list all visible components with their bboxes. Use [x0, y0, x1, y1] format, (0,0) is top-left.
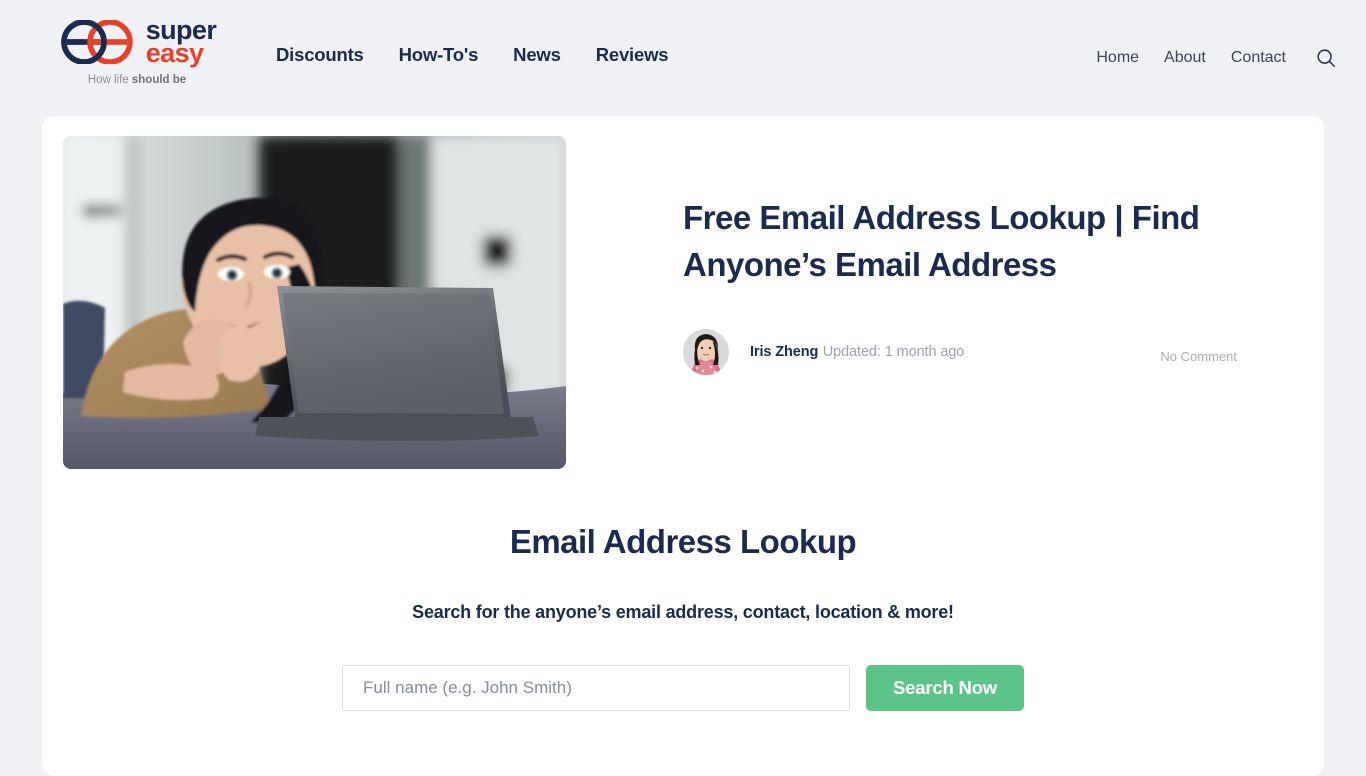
tagline-prefix: How life: [87, 74, 132, 87]
brand-logo[interactable]: super easy How life should be: [42, 16, 232, 86]
email-lookup-section: Email Address Lookup Search for the anyo…: [42, 469, 1324, 711]
nav-item-home[interactable]: Home: [1096, 49, 1139, 67]
brand-wordmark: super easy: [145, 16, 217, 69]
brand-row: super easy: [58, 16, 217, 69]
comment-count[interactable]: No Comment: [1160, 339, 1237, 364]
article-card: Free Email Address Lookup | Find Anyone’…: [42, 116, 1324, 776]
article-hero: Free Email Address Lookup | Find Anyone’…: [42, 116, 1324, 469]
site-header: super easy How life should be Discounts …: [0, 0, 1366, 116]
article-meta: Free Email Address Lookup | Find Anyone’…: [566, 136, 1302, 469]
supereasy-logo-icon: [58, 18, 136, 65]
hero-image: [63, 136, 566, 469]
tagline-bold: should be: [131, 74, 187, 87]
byline-text: Iris Zheng Updated: 1 month ago: [750, 343, 964, 361]
lookup-heading: Email Address Lookup: [509, 523, 857, 560]
byline: Iris Zheng Updated: 1 month ago No Comme…: [683, 328, 1302, 375]
search-now-button[interactable]: Search Now: [866, 665, 1024, 711]
nav-item-contact[interactable]: Contact: [1231, 49, 1286, 67]
brand-tagline: How life should be: [88, 74, 186, 86]
author-name[interactable]: Iris Zheng: [750, 344, 818, 360]
nav-item-news[interactable]: News: [513, 44, 561, 66]
nav-item-discounts[interactable]: Discounts: [276, 44, 364, 66]
nav-item-about[interactable]: About: [1164, 49, 1206, 67]
full-name-input[interactable]: [342, 665, 851, 711]
article-title: Free Email Address Lookup | Find Anyone’…: [683, 199, 1200, 283]
updated-timestamp: Updated: 1 month ago: [822, 343, 965, 360]
lookup-subheading: Search for the anyone’s email address, c…: [412, 602, 954, 622]
utility-navigation: Home About Contact: [1096, 46, 1338, 70]
nav-item-reviews[interactable]: Reviews: [596, 44, 669, 66]
nav-item-how-tos[interactable]: How-To's: [399, 44, 479, 66]
brand-word-easy: easy: [145, 38, 204, 69]
lookup-form: Search Now: [42, 665, 1324, 711]
search-icon[interactable]: [1314, 46, 1338, 70]
primary-navigation: Discounts How-To's News Reviews: [276, 44, 669, 66]
author-avatar[interactable]: [683, 328, 729, 375]
